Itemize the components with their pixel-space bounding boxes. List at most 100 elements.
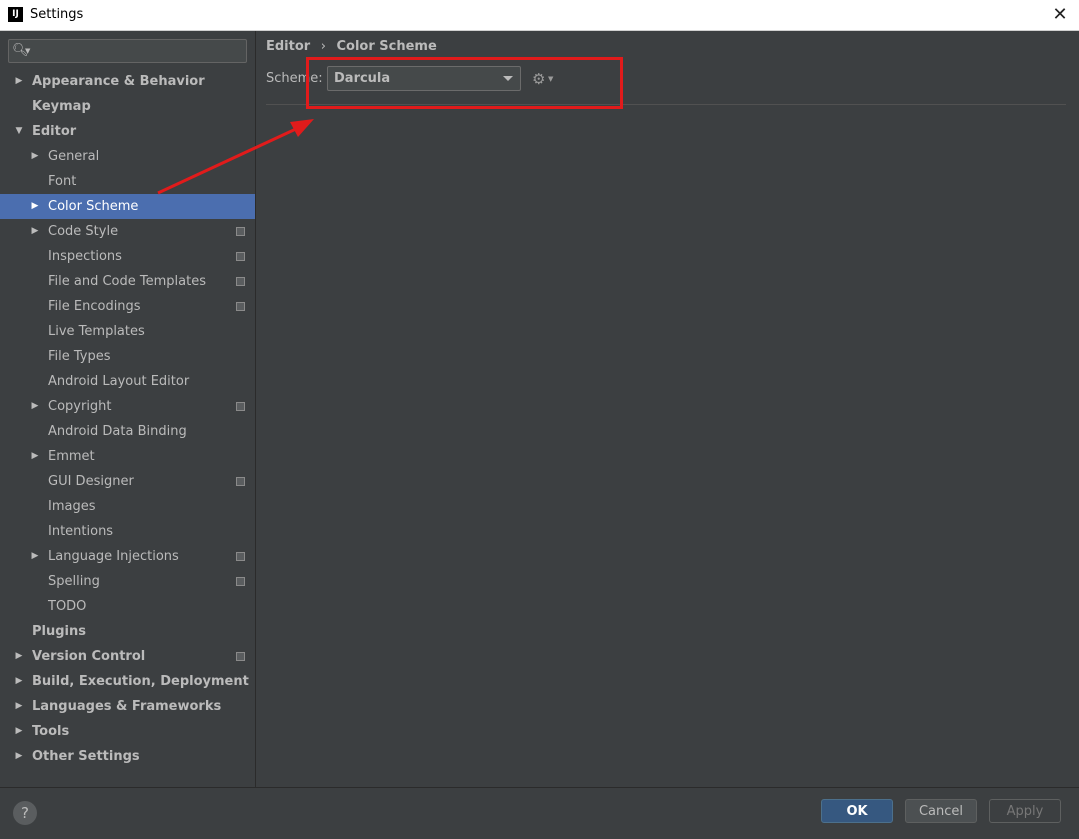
project-settings-icon	[236, 552, 245, 561]
tree-item-label: Build, Execution, Deployment	[32, 674, 249, 689]
tree-item-label: Keymap	[32, 99, 91, 114]
breadcrumb: Editor › Color Scheme	[266, 39, 443, 54]
tree-item-plugins[interactable]: Plugins	[0, 619, 255, 644]
scheme-select-value: Darcula	[334, 71, 391, 86]
project-settings-icon	[236, 577, 245, 586]
project-settings-icon	[236, 252, 245, 261]
tree-item-label: General	[48, 149, 100, 164]
tree-item-label: Images	[48, 499, 96, 514]
collapsed-arrow-icon[interactable]: ▶	[29, 544, 41, 569]
divider	[266, 104, 1066, 105]
collapsed-arrow-icon[interactable]: ▶	[29, 394, 41, 419]
search-options-chevron-icon[interactable]: ▼	[25, 40, 30, 62]
settings-sidebar: 🔍︎ ▼ ▶ Appearance & Behavior Keymap ▼ Editor…	[0, 31, 256, 787]
tree-item-label: Android Layout Editor	[48, 374, 190, 389]
tree-item-label: Appearance & Behavior	[32, 74, 205, 89]
tree-item-todo[interactable]: TODO	[0, 594, 255, 619]
tree-item-label: Color Scheme	[48, 199, 139, 214]
tree-item-label: File Encodings	[48, 299, 141, 314]
tree-item-file-and-code-templates[interactable]: File and Code Templates	[0, 269, 255, 294]
apply-button[interactable]: Apply	[989, 799, 1061, 823]
tree-item-file-types[interactable]: File Types	[0, 344, 255, 369]
tree-item-tools[interactable]: ▶ Tools	[0, 719, 255, 744]
dialog-button-bar: ? OK Cancel Apply	[0, 787, 1079, 839]
tree-item-label: Plugins	[32, 624, 86, 639]
project-settings-icon	[236, 227, 245, 236]
window-title: Settings	[30, 7, 84, 22]
scheme-label: Scheme:	[266, 71, 323, 86]
tree-item-copyright[interactable]: ▶ Copyright	[0, 394, 255, 419]
collapsed-arrow-icon[interactable]: ▶	[29, 144, 41, 169]
tree-item-label: File and Code Templates	[48, 274, 206, 289]
title-bar: IJ Settings ✕	[0, 0, 1079, 31]
tree-item-android-data-binding[interactable]: Android Data Binding	[0, 419, 255, 444]
collapsed-arrow-icon[interactable]: ▶	[13, 644, 25, 669]
tree-item-language-injections[interactable]: ▶ Language Injections	[0, 544, 255, 569]
tree-item-label: Emmet	[48, 449, 95, 464]
tree-item-keymap[interactable]: Keymap	[0, 94, 255, 119]
project-settings-icon	[236, 402, 245, 411]
tree-item-emmet[interactable]: ▶ Emmet	[0, 444, 255, 469]
tree-item-live-templates[interactable]: Live Templates	[0, 319, 255, 344]
tree-item-build-execution-deployment[interactable]: ▶ Build, Execution, Deployment	[0, 669, 255, 694]
breadcrumb-separator: ›	[320, 39, 326, 54]
collapsed-arrow-icon[interactable]: ▶	[13, 694, 25, 719]
project-settings-icon	[236, 652, 245, 661]
tree-item-intentions[interactable]: Intentions	[0, 519, 255, 544]
close-button[interactable]: ✕	[1049, 4, 1071, 26]
tree-item-label: Android Data Binding	[48, 424, 187, 439]
tree-item-label: Font	[48, 174, 77, 189]
tree-item-code-style[interactable]: ▶ Code Style	[0, 219, 255, 244]
collapsed-arrow-icon[interactable]: ▶	[29, 219, 41, 244]
collapsed-arrow-icon[interactable]: ▶	[29, 194, 41, 219]
tree-item-label: Language Injections	[48, 549, 179, 564]
color-scheme-panel: Editor › Color Scheme Scheme: Darcula ⚙ ▼	[256, 31, 1079, 787]
gear-menu-chevron-icon: ▼	[548, 75, 554, 83]
project-settings-icon	[236, 477, 245, 486]
ok-button[interactable]: OK	[821, 799, 893, 823]
settings-tree: ▶ Appearance & Behavior Keymap ▼ Editor ▶ Gene…	[0, 69, 255, 769]
tree-item-android-layout-editor[interactable]: Android Layout Editor	[0, 369, 255, 394]
tree-item-version-control[interactable]: ▶ Version Control	[0, 644, 255, 669]
tree-item-label: File Types	[48, 349, 111, 364]
tree-item-languages-frameworks[interactable]: ▶ Languages & Frameworks	[0, 694, 255, 719]
collapsed-arrow-icon[interactable]: ▶	[29, 444, 41, 469]
tree-item-label: Languages & Frameworks	[32, 699, 222, 714]
help-button[interactable]: ?	[13, 801, 37, 825]
project-settings-icon	[236, 277, 245, 286]
breadcrumb-parent: Editor	[266, 39, 311, 54]
tree-item-file-encodings[interactable]: File Encodings	[0, 294, 255, 319]
tree-item-label: Inspections	[48, 249, 122, 264]
gear-icon[interactable]: ⚙ ▼	[532, 69, 556, 89]
tree-item-label: Live Templates	[48, 324, 145, 339]
tree-item-spelling[interactable]: Spelling	[0, 569, 255, 594]
tree-item-label: Editor	[32, 124, 77, 139]
expanded-arrow-icon[interactable]: ▼	[13, 119, 25, 144]
scheme-select[interactable]: Darcula	[327, 66, 521, 91]
tree-item-inspections[interactable]: Inspections	[0, 244, 255, 269]
collapsed-arrow-icon[interactable]: ▶	[13, 744, 25, 769]
tree-item-other-settings[interactable]: ▶ Other Settings	[0, 744, 255, 769]
cancel-button[interactable]: Cancel	[905, 799, 977, 823]
collapsed-arrow-icon[interactable]: ▶	[13, 719, 25, 744]
tree-item-label: Other Settings	[32, 749, 140, 764]
chevron-down-icon	[503, 76, 513, 81]
tree-item-editor[interactable]: ▼ Editor	[0, 119, 255, 144]
app-icon: IJ	[8, 7, 23, 22]
project-settings-icon	[236, 302, 245, 311]
tree-item-label: Code Style	[48, 224, 119, 239]
tree-item-font[interactable]: Font	[0, 169, 255, 194]
tree-item-label: Copyright	[48, 399, 112, 414]
tree-item-gui-designer[interactable]: GUI Designer	[0, 469, 255, 494]
tree-item-label: Intentions	[48, 524, 114, 539]
tree-item-appearance-behavior[interactable]: ▶ Appearance & Behavior	[0, 69, 255, 94]
breadcrumb-current: Color Scheme	[336, 39, 437, 54]
search-input[interactable]: 🔍︎ ▼	[8, 39, 247, 63]
collapsed-arrow-icon[interactable]: ▶	[13, 69, 25, 94]
tree-item-images[interactable]: Images	[0, 494, 255, 519]
collapsed-arrow-icon[interactable]: ▶	[13, 669, 25, 694]
tree-item-color-scheme[interactable]: ▶ Color Scheme	[0, 194, 255, 219]
tree-item-general[interactable]: ▶ General	[0, 144, 255, 169]
tree-item-label: GUI Designer	[48, 474, 134, 489]
tree-item-label: Version Control	[32, 649, 146, 664]
